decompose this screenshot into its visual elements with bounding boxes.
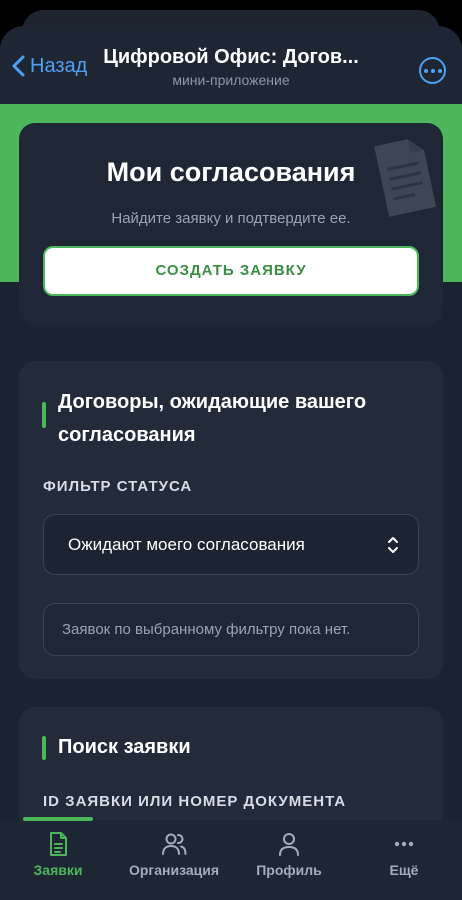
more-dots-icon [394, 841, 414, 847]
filter-label: ФИЛЬТР СТАТУСА [43, 478, 193, 495]
top-bar: Назад Цифровой Офис: Догов... мини-прило… [0, 26, 462, 104]
more-dots-icon[interactable] [419, 57, 446, 84]
chevron-up-down-icon [388, 537, 398, 553]
users-icon [162, 833, 187, 855]
chevron-left-icon [12, 55, 25, 77]
bottom-tab-bar: Заявки Организация Профиль Ещё [0, 817, 462, 900]
back-label: Назад [30, 54, 88, 77]
section-title: Поиск заявки [58, 736, 191, 758]
document-icon [50, 832, 67, 856]
page-content[interactable]: Мои согласования Найдите заявку и подтве… [0, 104, 462, 847]
dot [437, 68, 442, 73]
section-accent [42, 736, 46, 760]
dot [423, 68, 428, 73]
mini-app-window: Назад Цифровой Офис: Догов... мини-прило… [0, 26, 462, 900]
page-title: Мои согласования [106, 157, 356, 187]
user-icon [279, 833, 299, 856]
tab-requests[interactable]: Заявки [0, 830, 116, 890]
back-button[interactable]: Назад [8, 52, 87, 80]
section-title: Договоры, ожидающие вашего согласования [58, 391, 367, 446]
empty-state-message: Заявок по выбранному фильтру пока нет. [43, 603, 419, 656]
tab-label: Организация [128, 862, 220, 878]
search-id-label: ID ЗАЯВКИ ИЛИ НОМЕР ДОКУМЕНТА [43, 793, 347, 810]
tab-label: Профиль [256, 862, 322, 878]
status-filter-select[interactable]: Ожидают моего согласования [43, 514, 419, 575]
approvals-card: Договоры, ожидающие вашего согласования … [19, 361, 443, 679]
status-filter-value: Ожидают моего согласования [68, 535, 305, 554]
hero-card: Мои согласования Найдите заявку и подтве… [19, 123, 443, 325]
app-subtitle: мини-приложение [172, 72, 290, 88]
tab-organization[interactable]: Организация [116, 830, 232, 890]
create-request-button[interactable]: СОЗДАТЬ ЗАЯВКУ [43, 246, 419, 296]
tab-more[interactable]: Ещё [346, 830, 462, 890]
section-accent [42, 402, 46, 428]
tab-label: Заявки [33, 862, 83, 878]
dot [430, 68, 435, 73]
page-subtitle: Найдите заявку и подтвердите ее. [111, 210, 351, 227]
active-tab-indicator [23, 817, 93, 821]
header-title-group: Цифровой Офис: Догов... мини-приложение [96, 46, 366, 88]
tab-profile[interactable]: Профиль [231, 830, 347, 890]
app-title: Цифровой Офис: Догов... [103, 46, 359, 68]
tab-label: Ещё [389, 862, 419, 878]
